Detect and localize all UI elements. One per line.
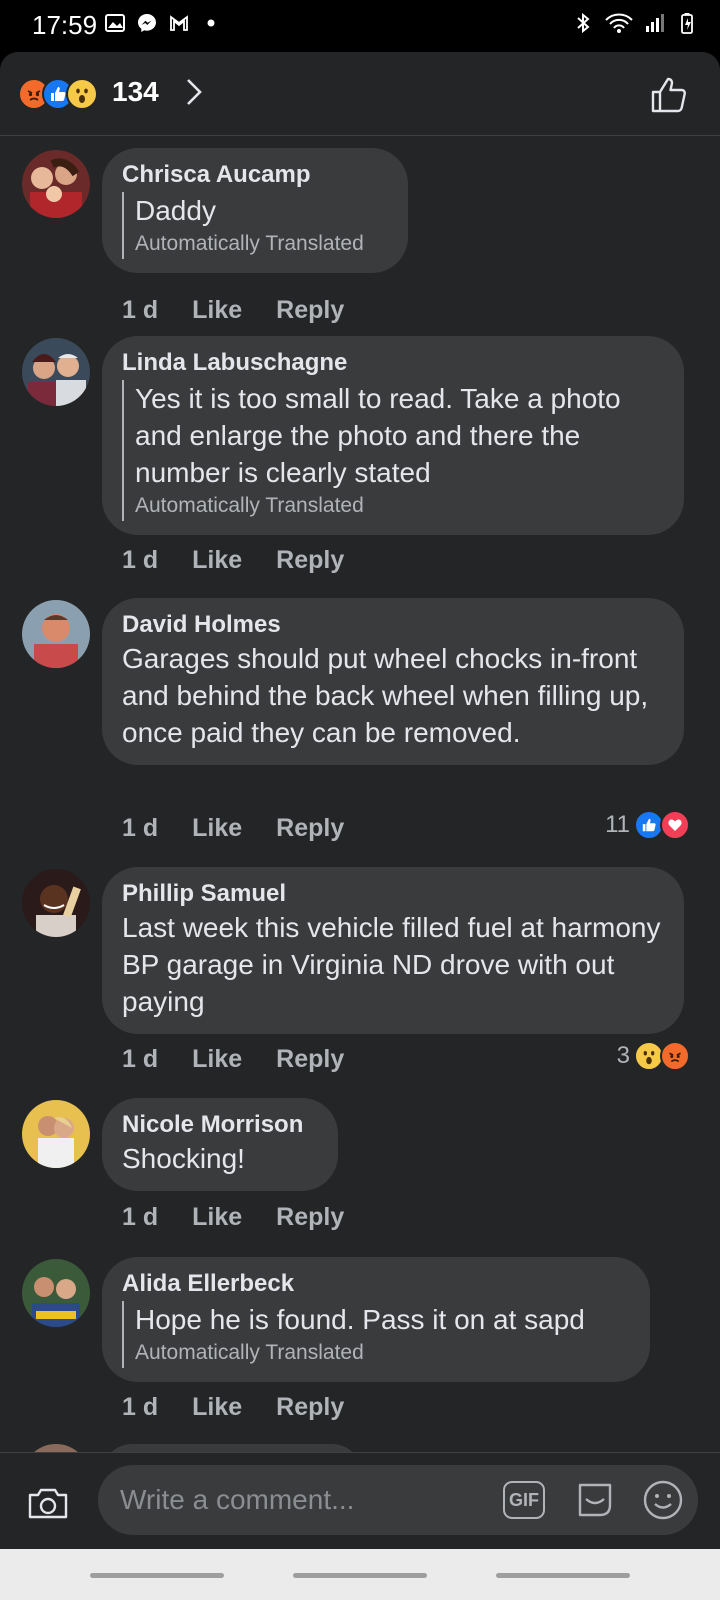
comment-text: Hope he is found. Pass it on at sapd [135,1304,585,1335]
signal-icon [646,14,664,32]
reaction-count: 3 [616,1042,630,1069]
nav-home-handle[interactable] [293,1573,427,1578]
comment-bubble[interactable]: Phillip Samuel Last week this vehicle fi… [102,867,684,1034]
angry-reaction-icon [660,1041,690,1071]
avatar[interactable] [22,150,90,218]
comment-author[interactable]: Phillip Samuel [122,879,664,909]
comment-author[interactable]: David Holmes [122,610,664,640]
comment-bubble[interactable]: David Holmes Garages should put wheel ch… [102,598,684,765]
reaction-count[interactable]: 134 [112,76,159,108]
comment-text: Shocking! [122,1143,245,1174]
sticker-icon[interactable] [574,1479,616,1521]
comment-time: 1 d [122,546,159,574]
comment-text: Daddy [135,195,216,226]
dot-icon [207,19,215,27]
comment-actions: 1 d Like Reply [122,814,344,843]
reply-button[interactable]: Reply [276,296,344,325]
comments-sheet: 134 Chrisca Aucamp Daddy Automatically T… [0,52,720,1600]
comment-time: 1 d [122,814,159,842]
reply-button[interactable]: Reply [276,1045,344,1074]
camera-icon[interactable] [26,1481,70,1525]
reply-button[interactable]: Reply [276,814,344,843]
reply-button[interactable]: Reply [276,546,344,575]
like-button[interactable]: Like [192,1393,242,1422]
like-button[interactable]: Like [192,1203,242,1232]
system-nav-bar [0,1549,720,1600]
comment-author[interactable]: Linda Labuschagne [122,348,664,378]
avatar[interactable] [22,338,90,406]
wow-reaction-icon [66,78,98,110]
gallery-icon [105,14,125,32]
reply-button[interactable]: Reply [276,1393,344,1422]
gmail-icon [170,15,188,31]
comment-actions: 1 d Like Reply [122,1393,344,1422]
comment-text: Yes it is too small to read. Take a phot… [135,383,621,488]
comment-bubble[interactable]: Alida Ellerbeck Hope he is found. Pass i… [102,1257,650,1382]
emoji-icon[interactable] [642,1479,684,1521]
comment-bubble[interactable]: Chrisca Aucamp Daddy Automatically Trans… [102,148,408,273]
reactions-header[interactable]: 134 [0,52,720,136]
status-time: 17:59 [32,10,98,40]
comment-reactions[interactable]: 3 [617,1041,690,1071]
like-button[interactable]: Like [192,1045,242,1074]
comment-actions: 1 d Like Reply [122,1203,344,1232]
nav-back-handle[interactable] [90,1573,224,1578]
reaction-summary[interactable] [18,78,98,110]
like-button[interactable]: Like [192,296,242,325]
comment-reactions[interactable]: 11 [605,810,690,840]
comment-time: 1 d [122,1203,159,1231]
avatar[interactable] [22,1100,90,1168]
bluetooth-icon [577,12,590,34]
nav-recents-handle[interactable] [496,1573,630,1578]
comment-actions: 1 d Like Reply [122,296,344,325]
comment-bubble[interactable]: Nicole Morrison Shocking! [102,1098,338,1191]
reply-button[interactable]: Reply [276,1203,344,1232]
comment-time: 1 d [122,1393,159,1421]
messenger-icon [138,14,156,32]
comment-text: Last week this vehicle filled fuel at ha… [122,912,661,1017]
gif-button[interactable]: GIF [503,1481,545,1519]
comment-author[interactable]: Nicole Morrison [122,1110,318,1140]
comment-author[interactable]: Chrisca Aucamp [122,160,388,190]
battery-icon [681,13,693,34]
translated-note[interactable]: Automatically Translated [135,491,664,521]
comment-author[interactable]: Alida Ellerbeck [122,1269,630,1299]
wifi-icon [605,13,633,33]
avatar[interactable] [22,600,90,668]
reaction-count: 11 [605,811,630,838]
like-button[interactable]: Like [192,546,242,575]
comment-time: 1 d [122,1045,159,1073]
translated-block: Yes it is too small to read. Take a phot… [122,380,664,521]
chevron-right-icon[interactable] [180,76,208,108]
comment-actions: 1 d Like Reply [122,546,344,575]
avatar[interactable] [22,1259,90,1327]
comment-composer: GIF [0,1452,720,1600]
translated-block: Hope he is found. Pass it on at sapd Aut… [122,1301,630,1368]
comment-time: 1 d [122,296,159,324]
status-bar: 17:59 [0,0,720,52]
comment-bubble[interactable]: Linda Labuschagne Yes it is too small to… [102,336,684,535]
like-button[interactable]: Like [192,814,242,843]
comment-text: Garages should put wheel chocks in-front… [122,643,649,748]
like-icon[interactable] [648,74,690,116]
translated-block: Daddy Automatically Translated [122,192,388,259]
translated-note[interactable]: Automatically Translated [135,1338,630,1368]
comment-actions: 1 d Like Reply [122,1045,344,1074]
translated-note[interactable]: Automatically Translated [135,229,388,259]
love-reaction-icon [660,810,690,840]
avatar[interactable] [22,869,90,937]
